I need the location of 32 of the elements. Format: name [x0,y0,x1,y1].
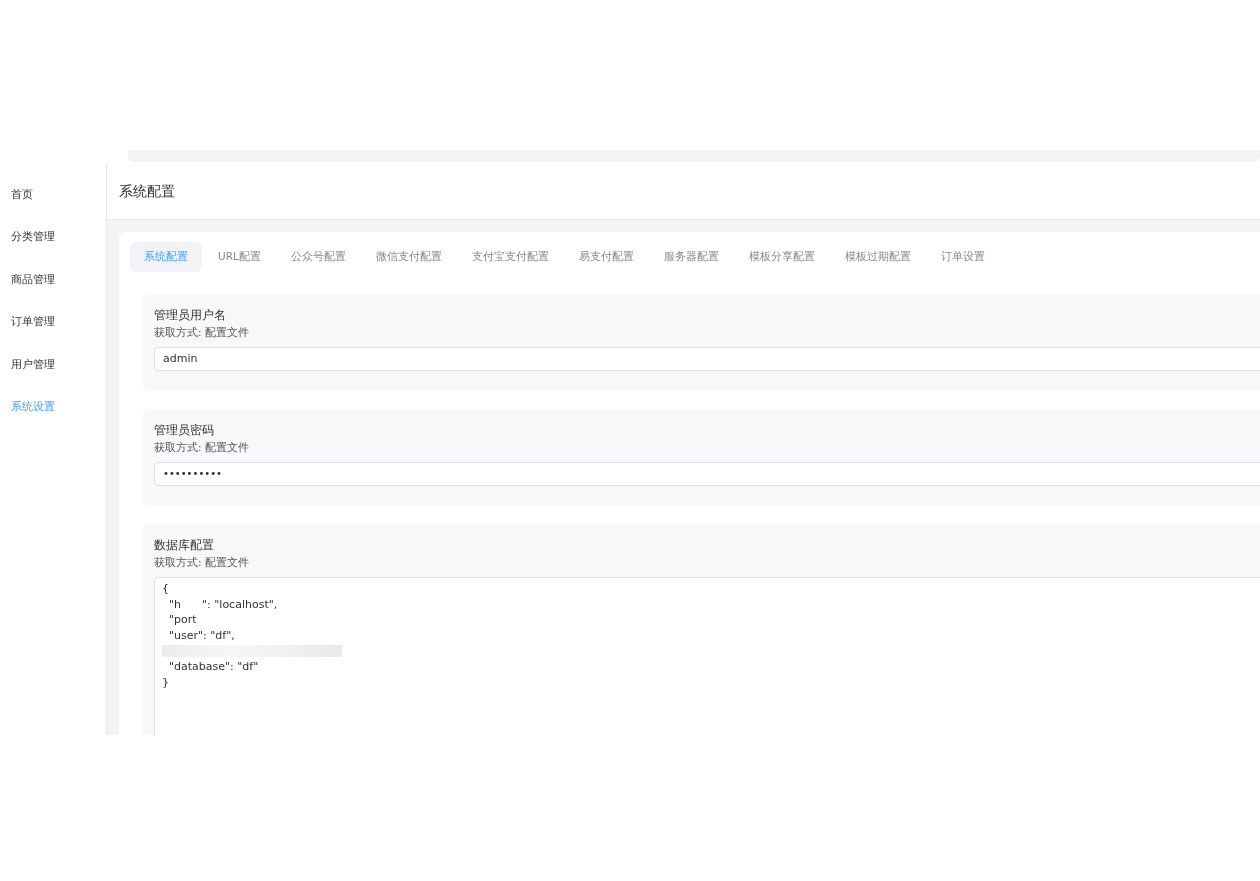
code-line: } [162,674,170,691]
code-line: { [162,581,170,597]
tab[interactable]: URL配置 [204,242,275,272]
tab[interactable]: 微信支付配置 [361,242,456,272]
code-textarea[interactable]: { "h ": "localhost", "port "user": "df", "database": "df" } [154,577,1260,735]
code-line: "user": "df", [168,627,236,644]
input-field[interactable]: admin [154,347,1260,371]
code-line: "port [168,612,198,628]
tab[interactable]: 易支付配置 [564,242,648,272]
setting-source: 获取方式: 配置文件 [154,326,250,340]
setting-source: 获取方式: 配置文件 [154,556,250,570]
page-title: 系统配置 [119,183,175,201]
tab[interactable]: 支付宝支付配置 [457,242,563,272]
input-field[interactable]: •••••••••• [154,462,1260,486]
tab[interactable]: 系统配置 [130,242,202,272]
sidebar-item[interactable]: 商品管理 [0,271,106,315]
sidebar-item[interactable]: 首页 [0,187,106,230]
setting-label: 管理员密码 [154,422,215,438]
setting-label: 管理员用户名 [154,307,227,323]
sidebar-item[interactable]: 分类管理 [0,229,106,272]
sidebar-item[interactable]: 系统设置 [0,398,106,442]
tab[interactable]: 服务器配置 [649,242,733,272]
code-line: "database": "df" [168,658,260,675]
tab[interactable]: 订单设置 [926,242,999,272]
sidebar-item[interactable]: 用户管理 [0,356,106,399]
tab[interactable]: 模板分享配置 [734,242,829,272]
tab[interactable]: 公众号配置 [276,242,360,272]
setting-source: 获取方式: 配置文件 [154,441,250,455]
setting-label: 数据库配置 [154,537,215,553]
tab[interactable]: 模板过期配置 [830,242,925,272]
sidebar-item[interactable]: 订单管理 [0,314,106,357]
code-line: "h ": "localhost", [168,596,279,613]
